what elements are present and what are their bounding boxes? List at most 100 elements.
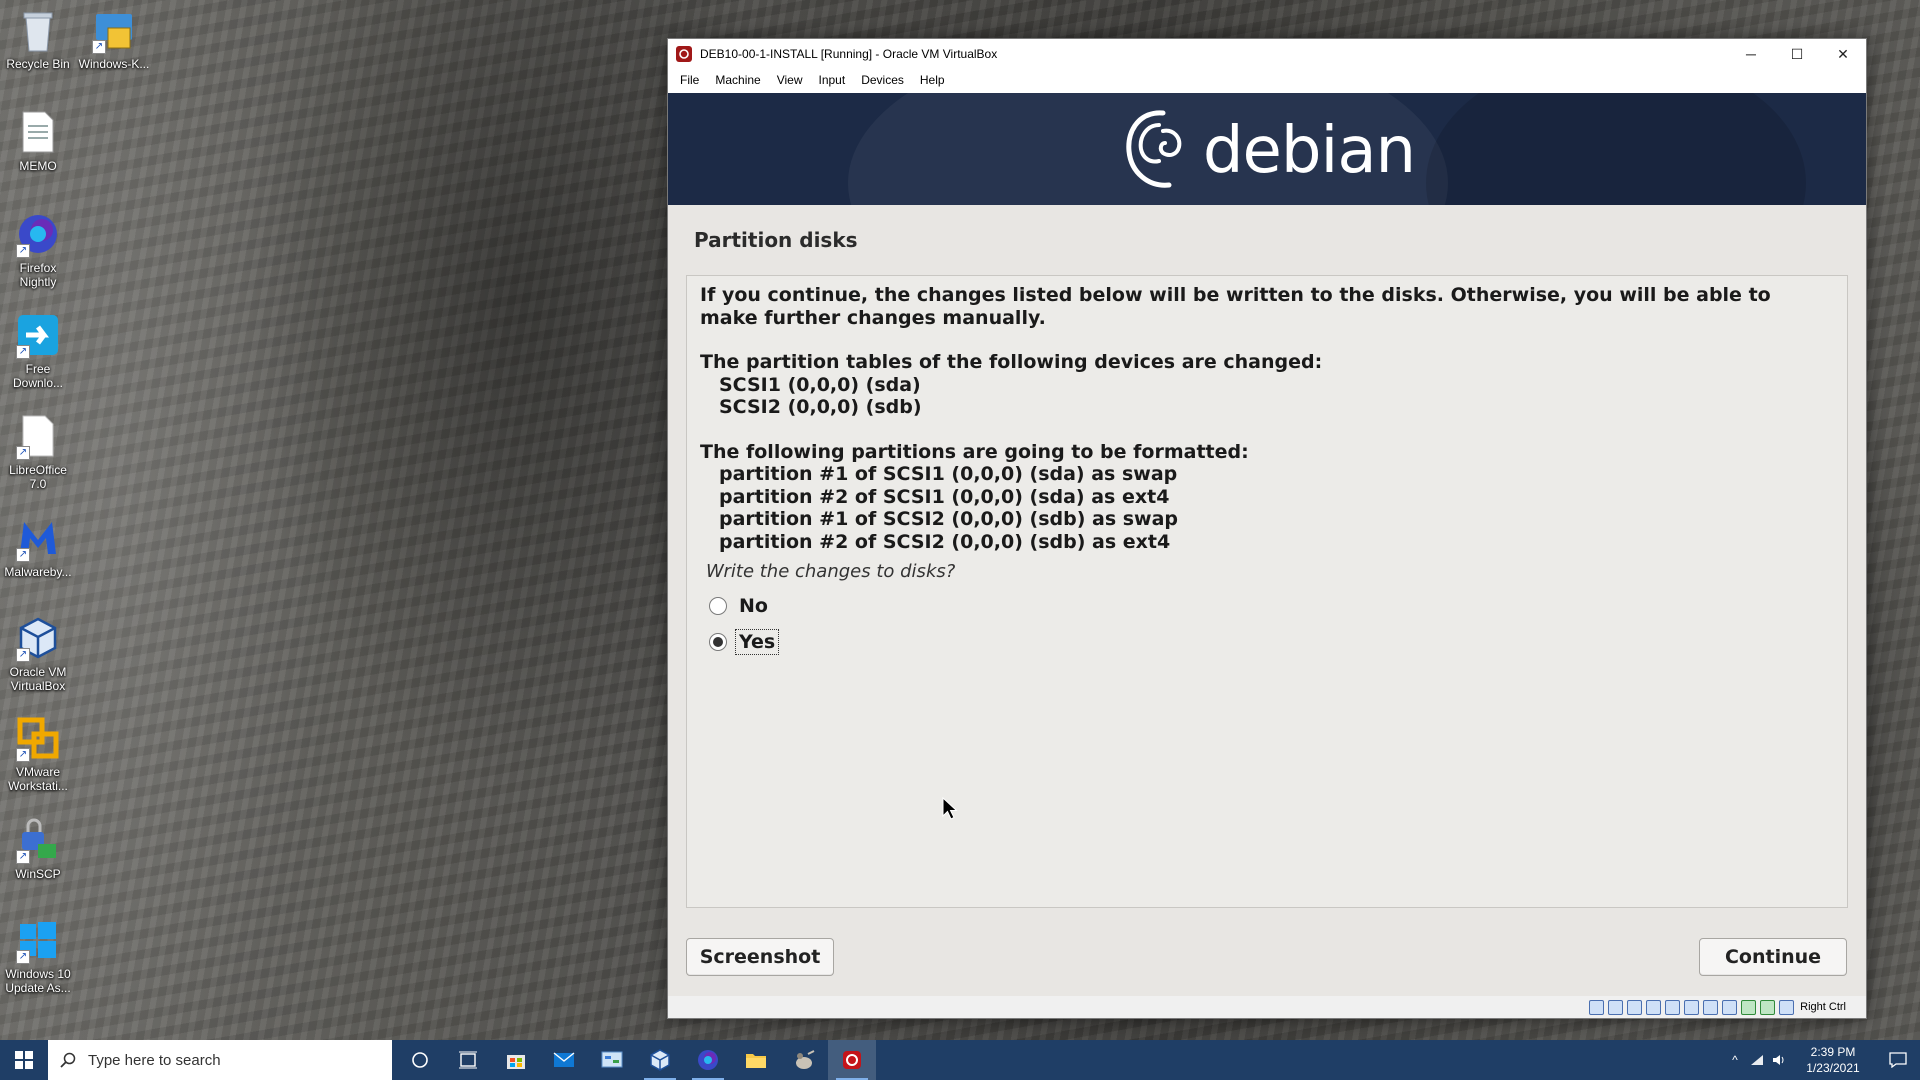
option-yes[interactable]: Yes [709, 624, 1834, 660]
task-view-button[interactable] [444, 1040, 492, 1080]
recycle-bin-shortcut[interactable]: Recycle Bin [0, 6, 76, 71]
windows-k-icon: ↗ [90, 6, 138, 54]
shortcut-arrow-icon: ↗ [16, 345, 30, 359]
mouse-integration-icon[interactable] [1779, 999, 1795, 1015]
windows-logo-icon [15, 1051, 33, 1069]
shortcut-arrow-icon: ↗ [16, 244, 30, 258]
option-no[interactable]: No [709, 588, 1834, 624]
control-panel-button[interactable] [588, 1040, 636, 1080]
shortcut-arrow-icon: ↗ [16, 648, 30, 662]
virtualbox-icon [650, 1049, 670, 1071]
system-tray: ^ 2:39 PM 1/23/2021 [1724, 1040, 1920, 1080]
usb-icon[interactable] [1665, 999, 1681, 1015]
device-item: SCSI2 (0,0,0) (sdb) [719, 396, 922, 418]
close-button[interactable]: ✕ [1820, 39, 1866, 69]
menu-file[interactable]: File [672, 73, 707, 87]
minimize-button[interactable]: ─ [1728, 39, 1774, 69]
cortana-icon [412, 1052, 428, 1068]
win10-update-label: Windows 10 Update As... [5, 967, 71, 995]
shortcut-arrow-icon: ↗ [16, 950, 30, 964]
firefox-nightly-icon [698, 1050, 718, 1070]
clock-date: 1/23/2021 [1806, 1061, 1860, 1075]
menu-input[interactable]: Input [811, 73, 854, 87]
show-hidden-icons-icon[interactable]: ^ [1724, 1053, 1746, 1067]
vmware-workstation-icon: ↗ [14, 714, 62, 762]
hard-disk-icon[interactable] [1589, 999, 1605, 1015]
virtualbox-label: Oracle VM VirtualBox [9, 665, 67, 693]
guest-display[interactable]: debian Partition disks If you continue, … [668, 93, 1866, 998]
malwarebytes-shortcut[interactable]: ↗ Malwareby... [0, 514, 76, 579]
virtualization-icon[interactable] [1760, 999, 1776, 1015]
window-titlebar[interactable]: DEB10-00-1-INSTALL [Running] - Oracle VM… [668, 39, 1866, 69]
control-panel-icon [601, 1051, 623, 1068]
taskbar-clock[interactable]: 2:39 PM 1/23/2021 [1800, 1044, 1866, 1076]
menu-help[interactable]: Help [912, 73, 953, 87]
format-heading: The following partitions are going to be… [700, 440, 1249, 463]
libreoffice-icon: ↗ [14, 412, 62, 460]
winscp-shortcut[interactable]: ↗ WinSCP [0, 816, 76, 881]
memo-shortcut[interactable]: MEMO [0, 108, 76, 173]
windows-update-assistant-icon: ↗ [14, 916, 62, 964]
option-no-label[interactable]: No [739, 595, 768, 617]
microsoft-store-icon [507, 1055, 525, 1069]
partition-item: partition #2 of SCSI1 (0,0,0) (sda) as e… [719, 485, 1170, 508]
intro-text: If you continue, the changes listed belo… [700, 284, 1771, 329]
radio-yes[interactable] [709, 633, 727, 651]
windows-k-shortcut[interactable]: ↗ Windows-K... [76, 6, 152, 71]
win10-update-shortcut[interactable]: ↗ Windows 10 Update As... [0, 916, 76, 995]
notification-icon [1889, 1052, 1907, 1068]
free-download-shortcut[interactable]: ↗ Free Downlo... [0, 311, 76, 390]
file-explorer-button[interactable] [732, 1040, 780, 1080]
optical-drive-icon[interactable] [1608, 999, 1624, 1015]
virtualbox-icon: ↗ [14, 614, 62, 662]
window-title: DEB10-00-1-INSTALL [Running] - Oracle VM… [700, 47, 998, 61]
recycle-bin-icon [14, 6, 62, 54]
memo-label: MEMO [19, 159, 57, 173]
vm-running-icon [843, 1051, 861, 1069]
start-button[interactable] [0, 1040, 48, 1080]
store-button[interactable] [492, 1040, 540, 1080]
recycle-bin-label: Recycle Bin [6, 57, 70, 71]
shared-folders-icon[interactable] [1684, 999, 1700, 1015]
option-yes-label[interactable]: Yes [735, 629, 780, 655]
network-icon[interactable] [1746, 1054, 1768, 1066]
windows-k-label: Windows-K... [78, 57, 150, 71]
search-icon [60, 1052, 76, 1068]
free-download-manager-icon: ↗ [14, 311, 62, 359]
action-center-button[interactable] [1876, 1052, 1920, 1068]
menu-view[interactable]: View [769, 73, 811, 87]
partition-summary-panel: If you continue, the changes listed belo… [686, 275, 1848, 908]
firefox-nightly-shortcut[interactable]: ↗ Firefox Nightly [0, 210, 76, 289]
audio-icon[interactable] [1627, 999, 1643, 1015]
partition-item: partition #1 of SCSI2 (0,0,0) (sdb) as s… [719, 508, 1179, 530]
gimp-button[interactable] [780, 1040, 828, 1080]
gimp-icon [796, 1050, 815, 1069]
virtualbox-window: DEB10-00-1-INSTALL [Running] - Oracle VM… [667, 38, 1867, 1019]
radio-no[interactable] [709, 597, 727, 615]
menu-machine[interactable]: Machine [707, 73, 768, 87]
screenshot-button[interactable]: Screenshot [686, 938, 834, 976]
virtualbox-taskbar-button[interactable] [636, 1040, 684, 1080]
volume-icon[interactable] [1768, 1054, 1790, 1066]
cpu-activity-icon[interactable] [1741, 999, 1757, 1015]
maximize-button[interactable]: ☐ [1774, 39, 1820, 69]
network-icon[interactable] [1646, 999, 1662, 1015]
firefox-nightly-label: Firefox Nightly [19, 261, 57, 289]
taskbar-search[interactable]: Type here to search [48, 1040, 392, 1080]
display-icon[interactable] [1703, 999, 1719, 1015]
libreoffice-shortcut[interactable]: ↗ LibreOffice 7.0 [0, 412, 76, 491]
libreoffice-label: LibreOffice 7.0 [9, 463, 67, 491]
clock-time: 2:39 PM [1810, 1045, 1856, 1059]
firefox-nightly-taskbar-button[interactable] [684, 1040, 732, 1080]
video-capture-icon[interactable] [1722, 999, 1738, 1015]
mail-button[interactable] [540, 1040, 588, 1080]
menu-devices[interactable]: Devices [853, 73, 912, 87]
continue-button[interactable]: Continue [1699, 938, 1847, 976]
write-changes-question: Write the changes to disks? [706, 561, 956, 582]
vm-window-taskbar-button[interactable] [828, 1040, 876, 1080]
vmware-label: VMware Workstati... [8, 765, 68, 793]
cortana-button[interactable] [396, 1040, 444, 1080]
virtualbox-shortcut[interactable]: ↗ Oracle VM VirtualBox [0, 614, 76, 693]
firefox-nightly-icon: ↗ [14, 210, 62, 258]
vmware-shortcut[interactable]: ↗ VMware Workstati... [0, 714, 76, 793]
